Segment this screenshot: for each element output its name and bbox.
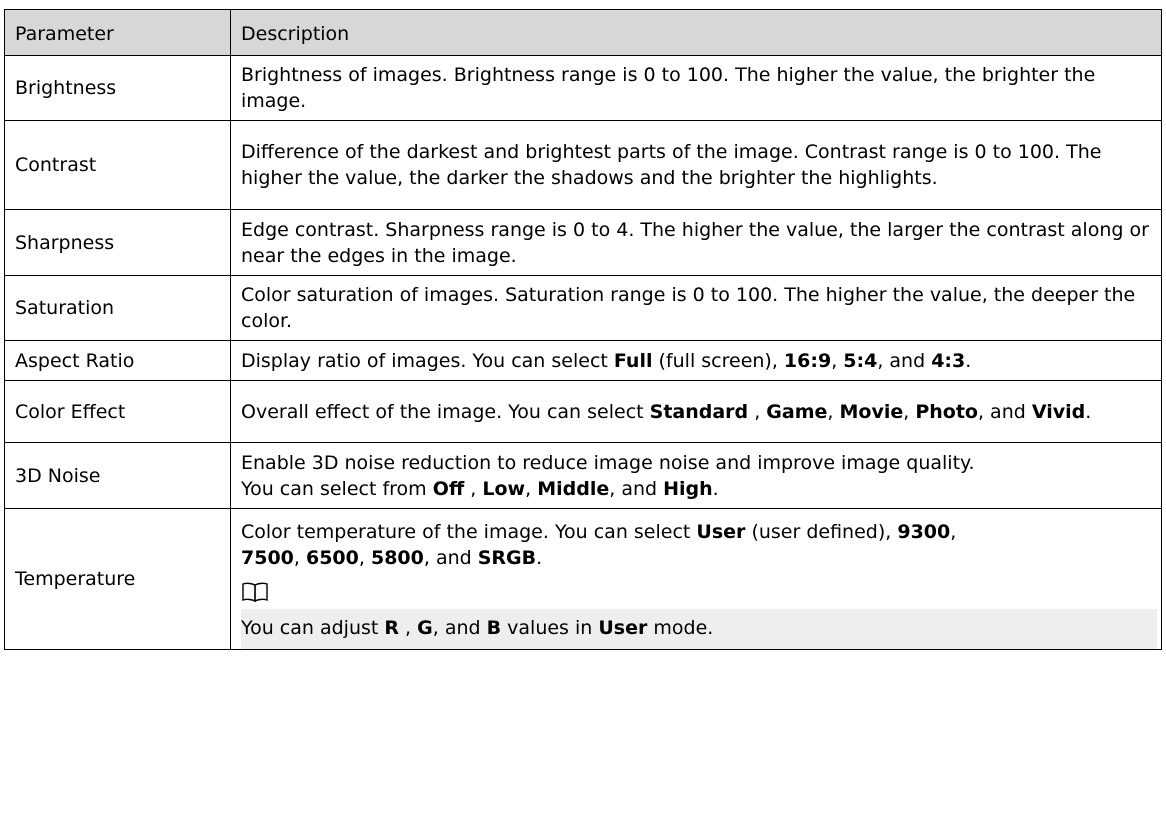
desc-text: , [464, 477, 483, 500]
desc-text: You can select from [241, 477, 433, 500]
option-user: User [696, 521, 746, 543]
desc-saturation: Color saturation of images. Saturation r… [230, 275, 1162, 341]
option-6500: 6500 [305, 547, 359, 569]
note-r: R [384, 617, 400, 639]
param-temperature: Temperature [4, 508, 231, 650]
desc-aspect-ratio: Display ratio of images. You can select … [230, 340, 1162, 381]
option-srgb: SRGB [477, 547, 537, 569]
desc-text: , and [877, 349, 932, 372]
option-5-4: 5:4 [843, 349, 878, 372]
note-text: You can adjust [241, 617, 385, 639]
desc-text: (full screen), [652, 349, 784, 372]
option-9300: 9300 [897, 521, 951, 543]
option-full: Full [613, 349, 653, 372]
option-4-3: 4:3 [931, 349, 966, 372]
desc-text: , [903, 400, 916, 423]
header-parameter: Parameter [4, 9, 231, 56]
param-brightness: Brightness [4, 55, 231, 121]
desc-3d-noise: Enable 3D noise reduction to reduce imag… [230, 442, 1162, 509]
note-text: values in [501, 617, 599, 639]
desc-text: , [358, 547, 371, 569]
book-icon [242, 582, 268, 603]
desc-contrast: Difference of the darkest and brightest … [230, 120, 1162, 210]
option-movie: Movie [839, 400, 904, 423]
desc-text: , and [423, 547, 478, 569]
desc-text: , [748, 400, 767, 423]
header-description: Description [230, 9, 1162, 56]
option-5800: 5800 [370, 547, 424, 569]
desc-temperature: Color temperature of the image. You can … [230, 508, 1162, 650]
option-middle: Middle [537, 477, 610, 500]
note-box: You can adjust R , G, and B values in Us… [241, 609, 1157, 649]
desc-text: Display ratio of images. You can select [241, 349, 614, 372]
option-standard: Standard [649, 400, 749, 423]
desc-text: , [525, 477, 538, 500]
table-row: Color Effect Overall effect of the image… [4, 380, 1162, 443]
desc-brightness: Brightness of images. Brightness range i… [230, 55, 1162, 121]
note-text: , and [432, 617, 487, 639]
table-row: Aspect Ratio Display ratio of images. Yo… [4, 340, 1162, 381]
option-low: Low [482, 477, 526, 500]
table-row: 3D Noise Enable 3D noise reduction to re… [4, 442, 1162, 509]
desc-text: Color temperature of the image. You can … [241, 521, 697, 543]
table-header-row: Parameter Description [4, 9, 1162, 56]
table-row: Brightness Brightness of images. Brightn… [4, 55, 1162, 121]
option-high: High [663, 477, 713, 500]
note-user: User [598, 617, 648, 639]
desc-text: . [1085, 400, 1092, 423]
desc-text: , [950, 521, 957, 543]
desc-text: (user defined), [745, 521, 898, 543]
temperature-options: Color temperature of the image. You can … [241, 519, 1161, 571]
table-row: Sharpness Edge contrast. Sharpness range… [4, 209, 1162, 276]
desc-text: . [712, 477, 719, 500]
parameter-table: Parameter Description Brightness Brightn… [4, 9, 1162, 650]
param-saturation: Saturation [4, 275, 231, 341]
note-g: G [417, 617, 433, 639]
option-vivid: Vivid [1031, 400, 1086, 423]
desc-text: Enable 3D noise reduction to reduce imag… [241, 451, 975, 474]
desc-text: Overall effect of the image. You can sel… [241, 400, 650, 423]
param-color-effect: Color Effect [4, 380, 231, 443]
desc-color-effect: Overall effect of the image. You can sel… [230, 380, 1162, 443]
desc-text: , and [977, 400, 1032, 423]
param-aspect-ratio: Aspect Ratio [4, 340, 231, 381]
table-row: Saturation Color saturation of images. S… [4, 275, 1162, 341]
option-16-9: 16:9 [783, 349, 832, 372]
table-row: Contrast Difference of the darkest and b… [4, 120, 1162, 210]
desc-text: , and [609, 477, 664, 500]
param-contrast: Contrast [4, 120, 231, 210]
desc-text: , [831, 349, 844, 372]
option-7500: 7500 [241, 547, 294, 569]
document-page: Parameter Description Brightness Brightn… [0, 0, 1166, 827]
desc-text: . [965, 349, 972, 372]
note-text: mode. [647, 617, 714, 639]
desc-text: , [827, 400, 840, 423]
option-off: Off [432, 477, 465, 500]
desc-sharpness: Edge contrast. Sharpness range is 0 to 4… [230, 209, 1162, 276]
param-sharpness: Sharpness [4, 209, 231, 276]
param-3d-noise: 3D Noise [4, 442, 231, 509]
note-b: B [486, 617, 502, 639]
desc-text: , [293, 547, 306, 569]
desc-text: . [536, 547, 543, 569]
option-game: Game [766, 400, 828, 423]
option-photo: Photo [915, 400, 978, 423]
note-text: , [399, 617, 418, 639]
table-row: Temperature Color temperature of the ima… [4, 508, 1162, 650]
